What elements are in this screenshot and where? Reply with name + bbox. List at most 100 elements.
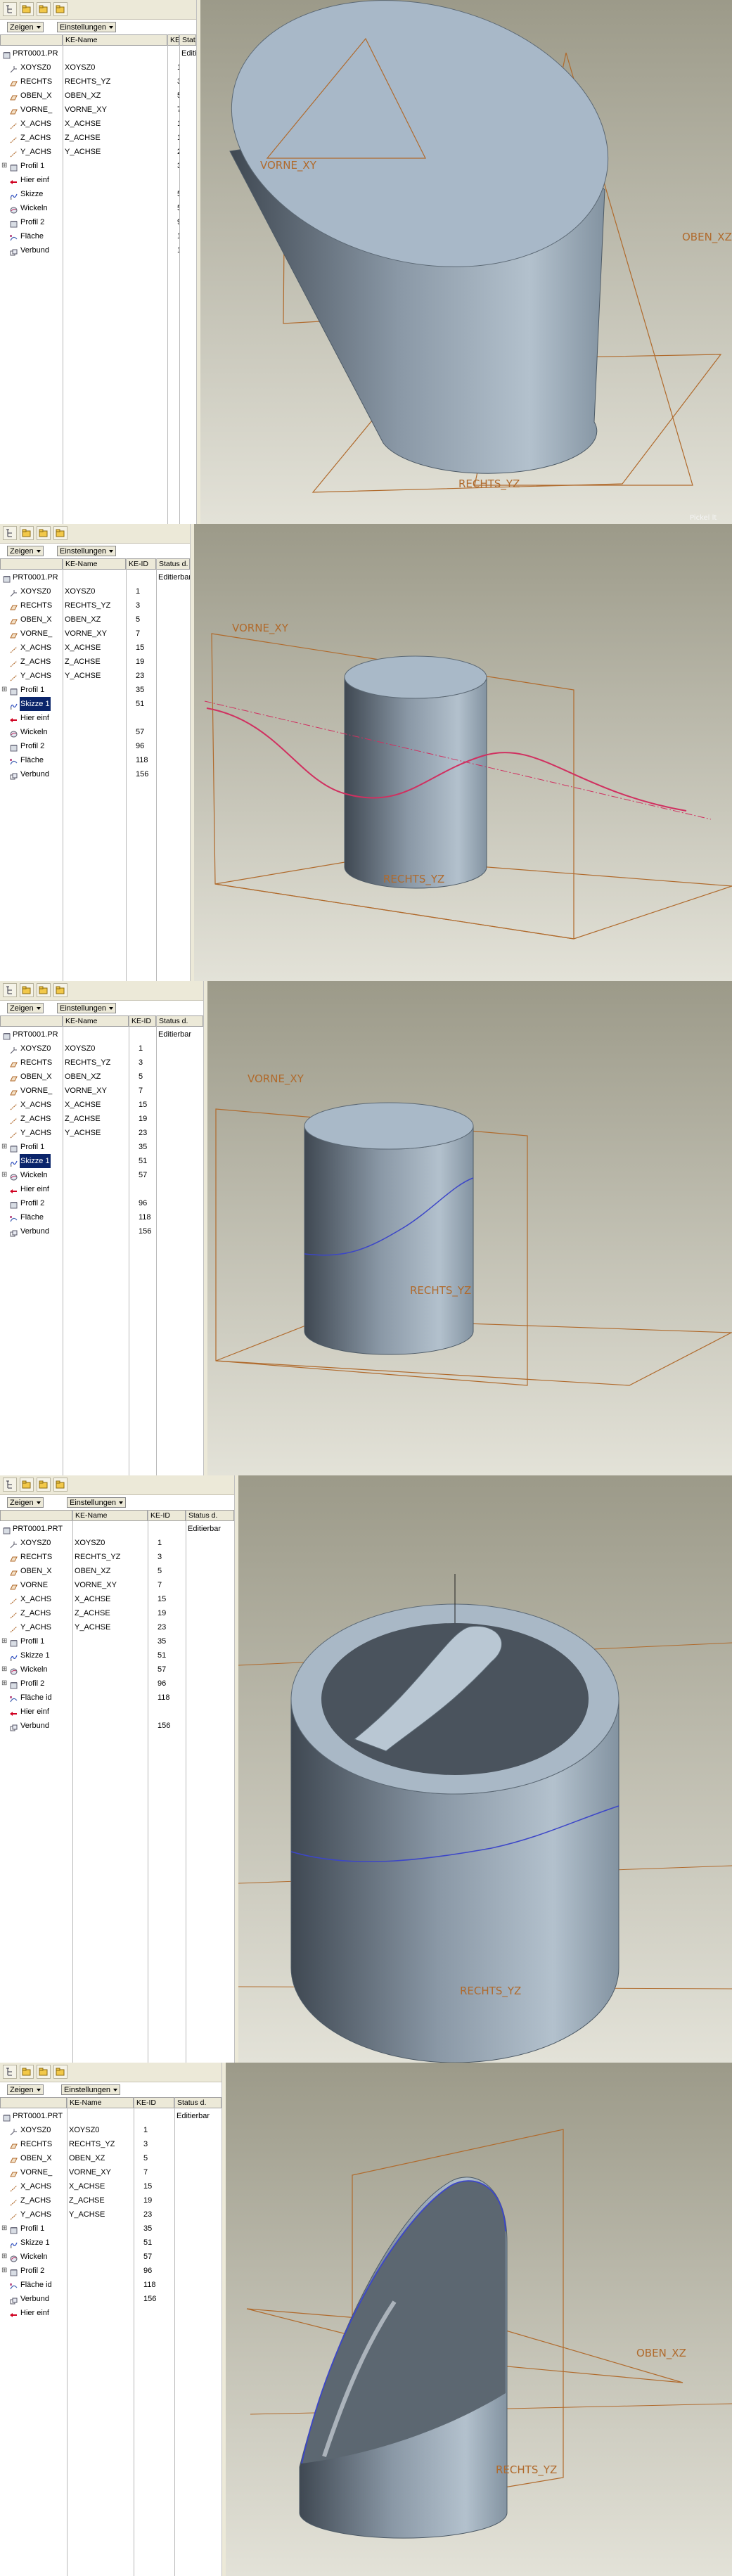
tree-row[interactable]: Hier einf	[0, 1182, 203, 1196]
tree-row[interactable]: OBEN_X OBEN_XZ 5	[0, 1564, 234, 1578]
tree-row[interactable]: ⊞ Wickeln 57	[0, 2250, 221, 2264]
column-header-name[interactable]: KE-Name	[67, 2097, 134, 2108]
tree-row[interactable]: OBEN_X OBEN_XZ 5	[0, 1070, 203, 1084]
column-header-status[interactable]: Status d.	[156, 1015, 203, 1027]
tree-settings-button[interactable]	[37, 983, 51, 997]
model-3d-view[interactable]: VORNE_XY RECHTS_YZ	[207, 981, 732, 1475]
show-dropdown[interactable]: Zeigen	[7, 1497, 44, 1508]
tree-row[interactable]: Fläche 118	[0, 1210, 203, 1224]
column-header-name[interactable]: KE-Name	[63, 34, 167, 46]
tree-row[interactable]: Verbund 156	[0, 1719, 234, 1733]
tree-row[interactable]: XOYSZ0 XOYSZ0 1	[0, 584, 190, 598]
tree-columns-button[interactable]	[53, 526, 68, 540]
expand-icon[interactable]: ⊞	[1, 683, 7, 697]
tree-row[interactable]: Y_ACHS Y_ACHSE 23	[0, 669, 190, 683]
column-header-status[interactable]: Status d.	[174, 2097, 221, 2108]
tree-row-part[interactable]: PRT0001.PR Editierbar	[0, 570, 190, 584]
tree-row[interactable]: RECHTS RECHTS_YZ 3	[0, 1056, 203, 1070]
tree-row[interactable]: Y_ACHS Y_ACHSE 23	[0, 1620, 234, 1634]
tree-row[interactable]: Skizze 1 51	[0, 1648, 234, 1662]
tree-row[interactable]: ⊞ Profil 1 35	[0, 1140, 203, 1154]
column-header-tree[interactable]	[0, 34, 63, 46]
graphics-viewport[interactable]: VORNE_XY RECHTS_YZ	[194, 524, 732, 981]
tree-row[interactable]: Skizze 1 51	[0, 1154, 203, 1168]
expand-icon[interactable]: ⊞	[1, 2264, 7, 2278]
tree-row[interactable]: Hier einf	[0, 2306, 221, 2320]
tree-row[interactable]: Profil 2 96	[0, 739, 190, 753]
tree-row[interactable]: Verbund 156	[0, 767, 190, 781]
tree-row[interactable]: RECHTS RECHTS_YZ 3	[0, 598, 190, 613]
column-header-tree[interactable]	[0, 1510, 72, 1521]
tree-row[interactable]: ⊞ Profil 2 96	[0, 2264, 221, 2278]
tree-folder-button[interactable]	[20, 2, 34, 16]
settings-dropdown[interactable]: Einstellungen	[57, 1003, 117, 1013]
tree-columns-button[interactable]	[53, 1478, 68, 1492]
column-header-id[interactable]: KE-ID	[129, 1015, 156, 1027]
tree-row[interactable]: Hier einf	[0, 173, 196, 187]
column-header-id[interactable]: KE-ID	[148, 1510, 186, 1521]
tree-columns-button[interactable]	[53, 2065, 68, 2079]
settings-dropdown[interactable]: Einstellungen	[57, 22, 117, 32]
column-header-tree[interactable]	[0, 2097, 67, 2108]
tree-row[interactable]: XOYSZ0 XOYSZ0 1	[0, 60, 196, 75]
tree-row[interactable]: Z_ACHS Z_ACHSE 19	[0, 655, 190, 669]
tree-row[interactable]: RECHTS RECHTS_YZ 3	[0, 75, 196, 89]
column-header-name[interactable]: KE-Name	[63, 1015, 129, 1027]
expand-icon[interactable]: ⊞	[1, 159, 7, 173]
tree-row[interactable]: Y_ACHS Y_ACHSE 23	[0, 2207, 221, 2222]
tree-row[interactable]: Z_ACHS Z_ACHSE 19	[0, 131, 196, 145]
tree-row[interactable]: Z_ACHS Z_ACHSE 19	[0, 1112, 203, 1126]
tree-row-part[interactable]: PRT0001.PR Editierbar	[0, 46, 196, 60]
column-header-id[interactable]: KE-ID	[167, 34, 179, 46]
tree-row[interactable]: VORNE_ VORNE_XY 7	[0, 103, 196, 117]
column-header-name[interactable]: KE-Name	[72, 1510, 148, 1521]
column-header-status[interactable]: Status d.	[179, 34, 196, 46]
model-3d-view[interactable]: OBEN_XZ RECHTS_YZ	[226, 2063, 732, 2576]
tree-columns-button[interactable]	[53, 983, 68, 997]
tree-row[interactable]: ⊞ Profil 1 35	[0, 2222, 221, 2236]
tree-row[interactable]: X_ACHS X_ACHSE 15	[0, 1592, 234, 1606]
model-3d-view[interactable]: RECHTS_YZ	[238, 1475, 732, 2063]
tree-row[interactable]: Skizze 51	[0, 187, 196, 201]
tree-row[interactable]: Hier einf	[0, 711, 190, 725]
column-header-id[interactable]: KE-ID	[126, 558, 156, 570]
tree-folder-button[interactable]	[20, 983, 34, 997]
tree-row[interactable]: Fläche id 118	[0, 2278, 221, 2292]
show-dropdown[interactable]: Zeigen	[7, 2084, 44, 2095]
settings-dropdown[interactable]: Einstellungen	[57, 546, 117, 556]
tree-row[interactable]: Skizze 1 51	[0, 697, 190, 711]
tree-row[interactable]: OBEN_X OBEN_XZ 5	[0, 2151, 221, 2165]
model-3d-view[interactable]: VORNE_XY OBEN_XZ RECHTS_YZ Pickel lt	[200, 0, 732, 524]
expand-icon[interactable]: ⊞	[1, 1168, 7, 1182]
tree-row[interactable]: X_ACHS X_ACHSE 15	[0, 1098, 203, 1112]
tree-row[interactable]: XOYSZ0 XOYSZ0 1	[0, 1536, 234, 1550]
show-dropdown[interactable]: Zeigen	[7, 546, 44, 556]
tree-settings-button[interactable]	[37, 1478, 51, 1492]
tree-row[interactable]: Hier einf	[0, 1705, 234, 1719]
tree-display-button[interactable]	[3, 2065, 17, 2079]
tree-row[interactable]: Wickeln 57	[0, 725, 190, 739]
expand-icon[interactable]: ⊞	[1, 1677, 7, 1691]
expand-icon[interactable]: ⊞	[1, 1634, 7, 1648]
expand-icon[interactable]: ⊞	[1, 1662, 7, 1677]
expand-icon[interactable]: ⊞	[1, 2222, 7, 2236]
column-header-status[interactable]: Status d.	[186, 1510, 234, 1521]
tree-row[interactable]: RECHTS RECHTS_YZ 3	[0, 1550, 234, 1564]
tree-row[interactable]: Profil 2 96	[0, 1196, 203, 1210]
tree-row[interactable]: VORNE_ VORNE_XY 7	[0, 1084, 203, 1098]
tree-row[interactable]: VORNE_ VORNE_XY 7	[0, 627, 190, 641]
tree-row[interactable]: Profil 2 96	[0, 215, 196, 229]
tree-row[interactable]: OBEN_X OBEN_XZ 5	[0, 613, 190, 627]
tree-row-part[interactable]: PRT0001.PRT Editierbar	[0, 2109, 221, 2123]
tree-row[interactable]: XOYSZ0 XOYSZ0 1	[0, 1042, 203, 1056]
tree-folder-button[interactable]	[20, 1478, 34, 1492]
show-dropdown[interactable]: Zeigen	[7, 1003, 44, 1013]
settings-dropdown[interactable]: Einstellungen	[67, 1497, 127, 1508]
tree-row[interactable]: Verbund 156	[0, 1224, 203, 1238]
tree-display-button[interactable]	[3, 526, 17, 540]
tree-settings-button[interactable]	[37, 2, 51, 16]
tree-settings-button[interactable]	[37, 526, 51, 540]
tree-row[interactable]: RECHTS RECHTS_YZ 3	[0, 2137, 221, 2151]
tree-row[interactable]: Fläche 118	[0, 753, 190, 767]
tree-row[interactable]: Wickeln 57	[0, 201, 196, 215]
